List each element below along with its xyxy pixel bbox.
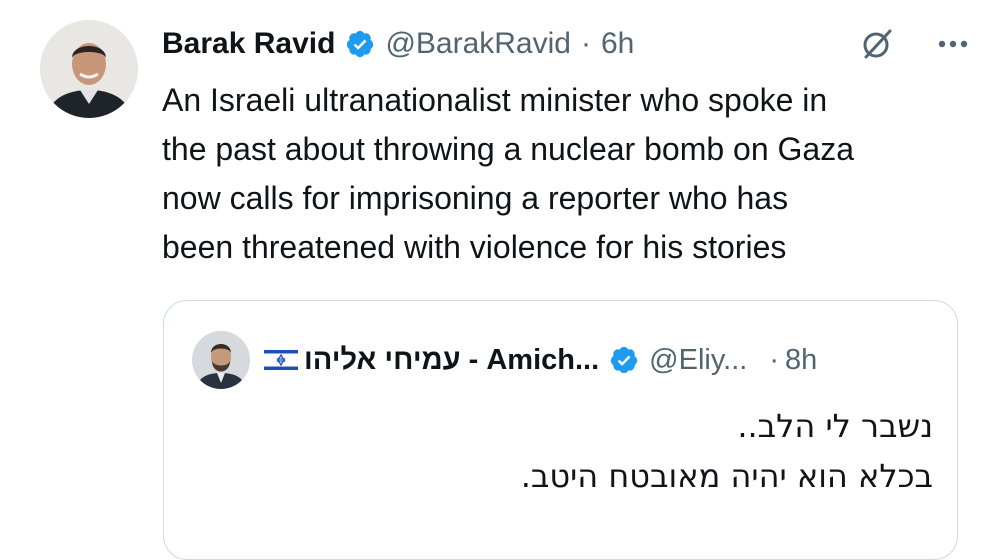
tweet-text-line: An Israeli ultranationalist minister who… [162,82,828,118]
israel-flag-icon [264,348,298,372]
quoted-tweet-header: עמיחי אליהו - Amich... @Eliy... · 8h [264,337,817,383]
separator-dot: · [769,343,780,376]
verified-badge-icon [345,29,375,59]
quoted-text-line: בכלא הוא יהיה מאובטח היטב. [520,457,933,495]
tweet-timestamp[interactable]: 6h [601,27,634,61]
more-options-icon[interactable] [938,39,968,49]
author-handle[interactable]: @BarakRavid [385,27,571,61]
verified-badge-icon [609,345,639,375]
quoted-tweet-card[interactable]: עמיחי אליהו - Amich... @Eliy... · 8h נשב… [163,300,958,560]
quoted-author-name[interactable]: עמיחי אליהו - Amich... [304,344,599,377]
tweet-text: An Israeli ultranationalist minister who… [162,76,962,272]
quoted-author-handle[interactable]: @Eliy... [649,344,747,377]
quoted-text-line: נשבר לי הלב.. [737,407,933,445]
tweet-header: Barak Ravid @BarakRavid · 6h [162,22,634,66]
tweet-text-line: now calls for imprisoning a reporter who… [162,180,789,216]
author-avatar[interactable] [40,20,138,118]
separator-dot: · [580,27,591,60]
tweet-actions-top [860,22,968,66]
author-name[interactable]: Barak Ravid [162,27,335,61]
quoted-author-avatar[interactable] [192,331,250,389]
quoted-tweet-text: נשבר לי הלב.. בכלא הוא יהיה מאובטח היטב. [521,401,933,501]
tweet-text-line: been threatened with violence for his st… [162,229,787,265]
tweet-text-line: the past about throwing a nuclear bomb o… [162,131,854,167]
quoted-tweet-timestamp[interactable]: 8h [785,344,817,377]
grok-icon[interactable] [860,27,894,61]
